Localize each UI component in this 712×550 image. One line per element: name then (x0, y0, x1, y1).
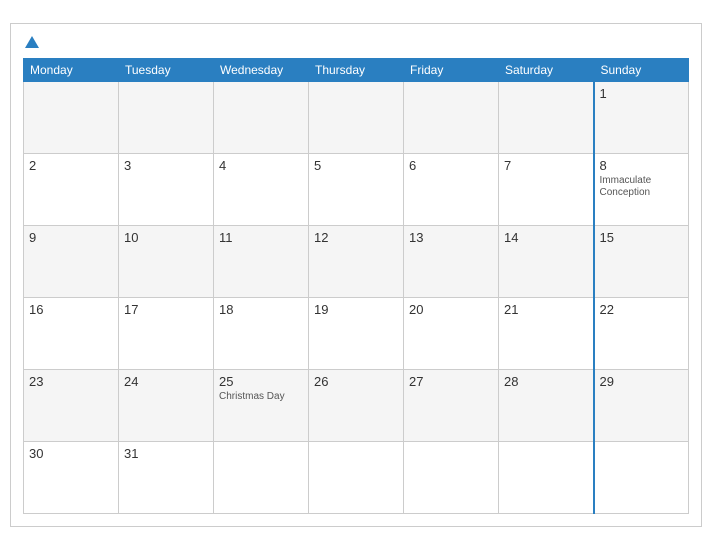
calendar-row-1: 2345678 Immaculate Conception (24, 154, 689, 226)
calendar-cell: 30 (24, 442, 119, 514)
calendar-cell: 16 (24, 298, 119, 370)
calendar-wrapper: MondayTuesdayWednesdayThursdayFridaySatu… (10, 23, 702, 527)
day-number: 25 (219, 374, 303, 389)
calendar-cell: 23 (24, 370, 119, 442)
weekday-header-thursday: Thursday (309, 59, 404, 82)
day-number: 5 (314, 158, 398, 173)
calendar-cell (309, 442, 404, 514)
calendar-cell (404, 82, 499, 154)
calendar-cell: 22 (594, 298, 689, 370)
day-number: 31 (124, 446, 208, 461)
calendar-row-2: 9 10 11 12 13 14 15 (24, 226, 689, 298)
day-number: 29 (600, 374, 684, 389)
calendar-cell: 5 (309, 154, 404, 226)
calendar-cell: 10 (119, 226, 214, 298)
day-number: 16 (29, 302, 113, 317)
calendar-cell: 17 (119, 298, 214, 370)
day-number: 30 (29, 446, 113, 461)
day-number: 12 (314, 230, 398, 245)
calendar-cell: 1 (594, 82, 689, 154)
day-number: 18 (219, 302, 303, 317)
calendar-cell: 20 (404, 298, 499, 370)
calendar-row-4: 23 24 25 Christmas Day 26 27 28 29 (24, 370, 689, 442)
calendar-cell: 24 (119, 370, 214, 442)
day-number: 21 (504, 302, 588, 317)
calendar-row-3: 16 17 18 19 20 21 22 (24, 298, 689, 370)
calendar-cell: 19 (309, 298, 404, 370)
day-number: 17 (124, 302, 208, 317)
logo-blue-text (23, 34, 39, 50)
calendar-cell: 14 (499, 226, 594, 298)
weekday-header-row: MondayTuesdayWednesdayThursdayFridaySatu… (24, 59, 689, 82)
calendar-cell: 12 (309, 226, 404, 298)
calendar-row-0: 1 (24, 82, 689, 154)
day-number: 13 (409, 230, 493, 245)
holiday-name: Christmas Day (219, 391, 303, 403)
calendar-cell: 13 (404, 226, 499, 298)
day-number: 11 (219, 230, 303, 245)
day-number: 4 (219, 158, 303, 173)
day-number: 3 (124, 158, 208, 173)
day-number: 19 (314, 302, 398, 317)
day-number: 24 (124, 374, 208, 389)
calendar-cell (24, 82, 119, 154)
calendar-cell: 26 (309, 370, 404, 442)
calendar-cell (309, 82, 404, 154)
calendar-cell: 6 (404, 154, 499, 226)
logo-triangle-icon (25, 36, 39, 48)
day-number: 23 (29, 374, 113, 389)
day-number: 7 (504, 158, 588, 173)
day-number: 6 (409, 158, 493, 173)
weekday-header-friday: Friday (404, 59, 499, 82)
calendar-cell: 31 (119, 442, 214, 514)
calendar-cell (214, 442, 309, 514)
calendar-cell: 7 (499, 154, 594, 226)
day-number: 10 (124, 230, 208, 245)
calendar-row-5: 30 31 (24, 442, 689, 514)
day-number: 20 (409, 302, 493, 317)
calendar-cell (119, 82, 214, 154)
holiday-name: Immaculate Conception (600, 175, 684, 199)
calendar-cell (214, 82, 309, 154)
day-number: 22 (600, 302, 684, 317)
calendar-cell: 29 (594, 370, 689, 442)
calendar-cell (499, 442, 594, 514)
calendar-cell: 28 (499, 370, 594, 442)
calendar-cell: 8 Immaculate Conception (594, 154, 689, 226)
calendar-cell (594, 442, 689, 514)
weekday-header-sunday: Sunday (594, 59, 689, 82)
calendar-header (23, 34, 689, 50)
calendar-cell: 18 (214, 298, 309, 370)
calendar-cell: 2 (24, 154, 119, 226)
calendar-cell (499, 82, 594, 154)
day-number: 27 (409, 374, 493, 389)
calendar-cell: 15 (594, 226, 689, 298)
weekday-header-monday: Monday (24, 59, 119, 82)
day-number: 15 (600, 230, 684, 245)
logo (23, 34, 39, 50)
calendar-cell: 11 (214, 226, 309, 298)
calendar-cell: 3 (119, 154, 214, 226)
calendar-cell (404, 442, 499, 514)
weekday-header-tuesday: Tuesday (119, 59, 214, 82)
calendar-table: MondayTuesdayWednesdayThursdayFridaySatu… (23, 58, 689, 514)
calendar-cell: 4 (214, 154, 309, 226)
day-number: 26 (314, 374, 398, 389)
weekday-header-wednesday: Wednesday (214, 59, 309, 82)
calendar-cell: 21 (499, 298, 594, 370)
calendar-cell: 9 (24, 226, 119, 298)
day-number: 1 (600, 86, 684, 101)
calendar-cell: 27 (404, 370, 499, 442)
day-number: 8 (600, 158, 684, 173)
day-number: 14 (504, 230, 588, 245)
day-number: 2 (29, 158, 113, 173)
weekday-header-saturday: Saturday (499, 59, 594, 82)
day-number: 9 (29, 230, 113, 245)
calendar-cell: 25 Christmas Day (214, 370, 309, 442)
day-number: 28 (504, 374, 588, 389)
